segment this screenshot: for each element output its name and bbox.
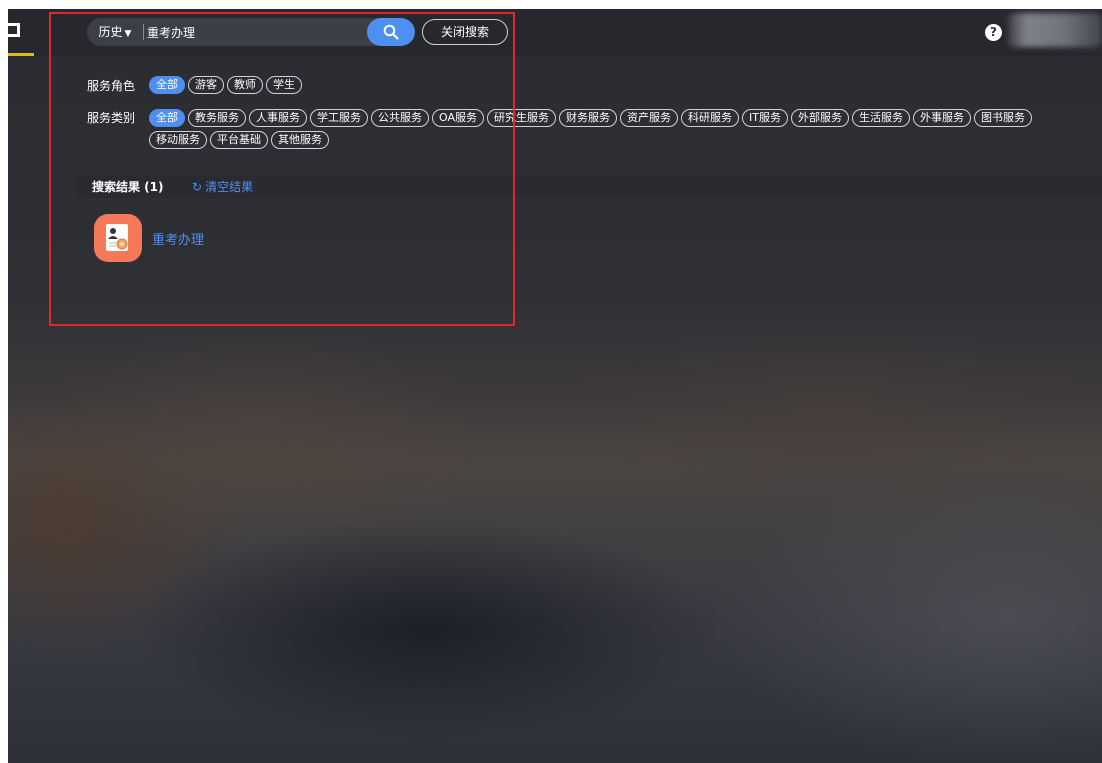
categories-chip[interactable]: 财务服务 bbox=[559, 109, 617, 127]
clear-results-label: 清空结果 bbox=[205, 180, 254, 194]
roles-chip[interactable]: 游客 bbox=[188, 76, 224, 94]
categories-chip[interactable]: 人事服务 bbox=[249, 109, 307, 127]
result-name: 重考办理 bbox=[152, 232, 205, 248]
results-title: 搜索结果 (1) bbox=[92, 180, 164, 194]
history-dropdown[interactable]: 历史 ▼ bbox=[87, 18, 143, 46]
role-filter: 服务角色 全部 游客 教师 学生 bbox=[87, 76, 302, 94]
categories-chip[interactable]: OA服务 bbox=[432, 109, 484, 127]
search-divider bbox=[143, 24, 144, 40]
document-certificate-icon bbox=[94, 214, 142, 262]
history-label: 历史 bbox=[98, 25, 123, 39]
close-search-button[interactable]: 关闭搜索 bbox=[422, 19, 508, 45]
categories-chip[interactable]: 外部服务 bbox=[790, 109, 849, 127]
portal-background: 历史▼ 关闭搜索 ? 服务角色 全部游客教师学生 服务类别 全部教务服务人事服务… bbox=[8, 9, 1102, 763]
help-icon[interactable]: ? bbox=[985, 24, 1002, 41]
categories-chip[interactable]: 教务服务 bbox=[188, 109, 246, 127]
category-chips: 全部 教务服务 人事服务 学工服务 公共服务 OA服务 研究生服务 财务服务 资产服务 科研服务 I… bbox=[149, 109, 1074, 149]
highlight-box bbox=[49, 12, 515, 326]
category-filter-label: 服务类别 bbox=[87, 111, 136, 125]
user-avatar[interactable] bbox=[1008, 13, 1102, 47]
categories-chip[interactable]: 全部 bbox=[149, 109, 185, 127]
search-icon bbox=[383, 24, 399, 40]
role-filter-label: 服务角色 bbox=[87, 78, 136, 93]
categories-chip[interactable]: 资产服务 bbox=[620, 109, 678, 127]
caret-down-icon: ▼ bbox=[124, 29, 132, 39]
roles-chip[interactable]: 学生 bbox=[266, 76, 302, 94]
top-bar: 历史▼ 关闭搜索 ? bbox=[8, 9, 1102, 56]
refresh-icon: ↻ bbox=[192, 180, 203, 194]
categories-chip[interactable]: 生活服务 bbox=[851, 109, 910, 127]
category-filter: 服务类别 全部 教务服务 人事服务 学工服务 公共服务 OA服务 研究生服务 财务服务 资产服务… bbox=[87, 109, 1074, 149]
categories-chip[interactable]: IT服务 bbox=[742, 109, 788, 127]
roles-chip[interactable]: 全部 bbox=[149, 76, 185, 94]
categories-chip[interactable]: 研究生服务 bbox=[487, 109, 556, 127]
role-chips: 全部 游客 教师 学生 bbox=[149, 76, 302, 94]
search-input[interactable] bbox=[147, 18, 357, 46]
categories-chip[interactable]: 图书服务 bbox=[973, 109, 1032, 127]
clear-results-button[interactable]: ↻ 清空结果 bbox=[192, 176, 253, 198]
categories-chip[interactable]: 学工服务 bbox=[310, 109, 368, 127]
roles-chip[interactable]: 教师 bbox=[227, 76, 263, 94]
active-tab-indicator bbox=[8, 53, 34, 56]
logo-icon[interactable] bbox=[8, 23, 20, 37]
categories-chip[interactable]: 平台基础 bbox=[210, 131, 268, 149]
categories-chip[interactable]: 外事服务 bbox=[912, 109, 971, 127]
results-header: 搜索结果 (1) ↻ 清空结果 bbox=[76, 176, 1102, 198]
categories-chip[interactable]: 其他服务 bbox=[271, 131, 329, 149]
search-bar: 历史 ▼ bbox=[87, 18, 415, 46]
categories-chip[interactable]: 公共服务 bbox=[371, 109, 429, 127]
search-button[interactable] bbox=[367, 18, 415, 46]
categories-chip[interactable]: 科研服务 bbox=[681, 109, 739, 127]
categories-chip[interactable]: 移动服务 bbox=[149, 131, 207, 149]
result-item[interactable]: 重考办理 bbox=[94, 214, 204, 262]
